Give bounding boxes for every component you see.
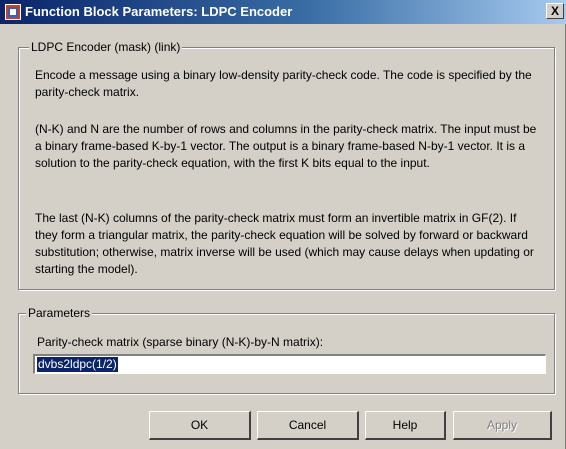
title-bar[interactable]: Function Block Parameters: LDPC Encoder …: [0, 0, 566, 24]
close-icon: X: [550, 4, 559, 18]
apply-button-label: Apply: [486, 418, 518, 432]
parity-check-matrix-input[interactable]: dvbs2ldpc(1/2): [33, 354, 546, 374]
ok-button[interactable]: OK: [149, 411, 251, 440]
close-button[interactable]: X: [546, 3, 564, 19]
parity-check-matrix-label: Parity-check matrix (sparse binary (N-K)…: [37, 335, 324, 349]
cancel-button[interactable]: Cancel: [257, 411, 359, 440]
help-button[interactable]: Help: [365, 411, 446, 440]
mask-group-label: LDPC Encoder (mask) (link): [29, 40, 183, 54]
help-button-label: Help: [392, 418, 418, 432]
simulink-block-icon: [5, 4, 21, 20]
window-title: Function Block Parameters: LDPC Encoder: [25, 4, 293, 19]
description-paragraph-1: Encode a message using a binary low-dens…: [35, 68, 532, 99]
ok-button-label: OK: [190, 418, 209, 432]
parameters-group-label: Parameters: [26, 306, 93, 320]
description-paragraph-3: The last (N-K) columns of the parity-che…: [35, 211, 534, 276]
block-parameters-dialog: Function Block Parameters: LDPC Encoder …: [0, 0, 566, 449]
parity-check-matrix-value: dvbs2ldpc(1/2): [37, 357, 118, 372]
cancel-button-label: Cancel: [288, 418, 327, 432]
apply-button[interactable]: Apply: [453, 411, 552, 440]
description-paragraph-2: (N-K) and N are the number of rows and c…: [35, 122, 537, 170]
